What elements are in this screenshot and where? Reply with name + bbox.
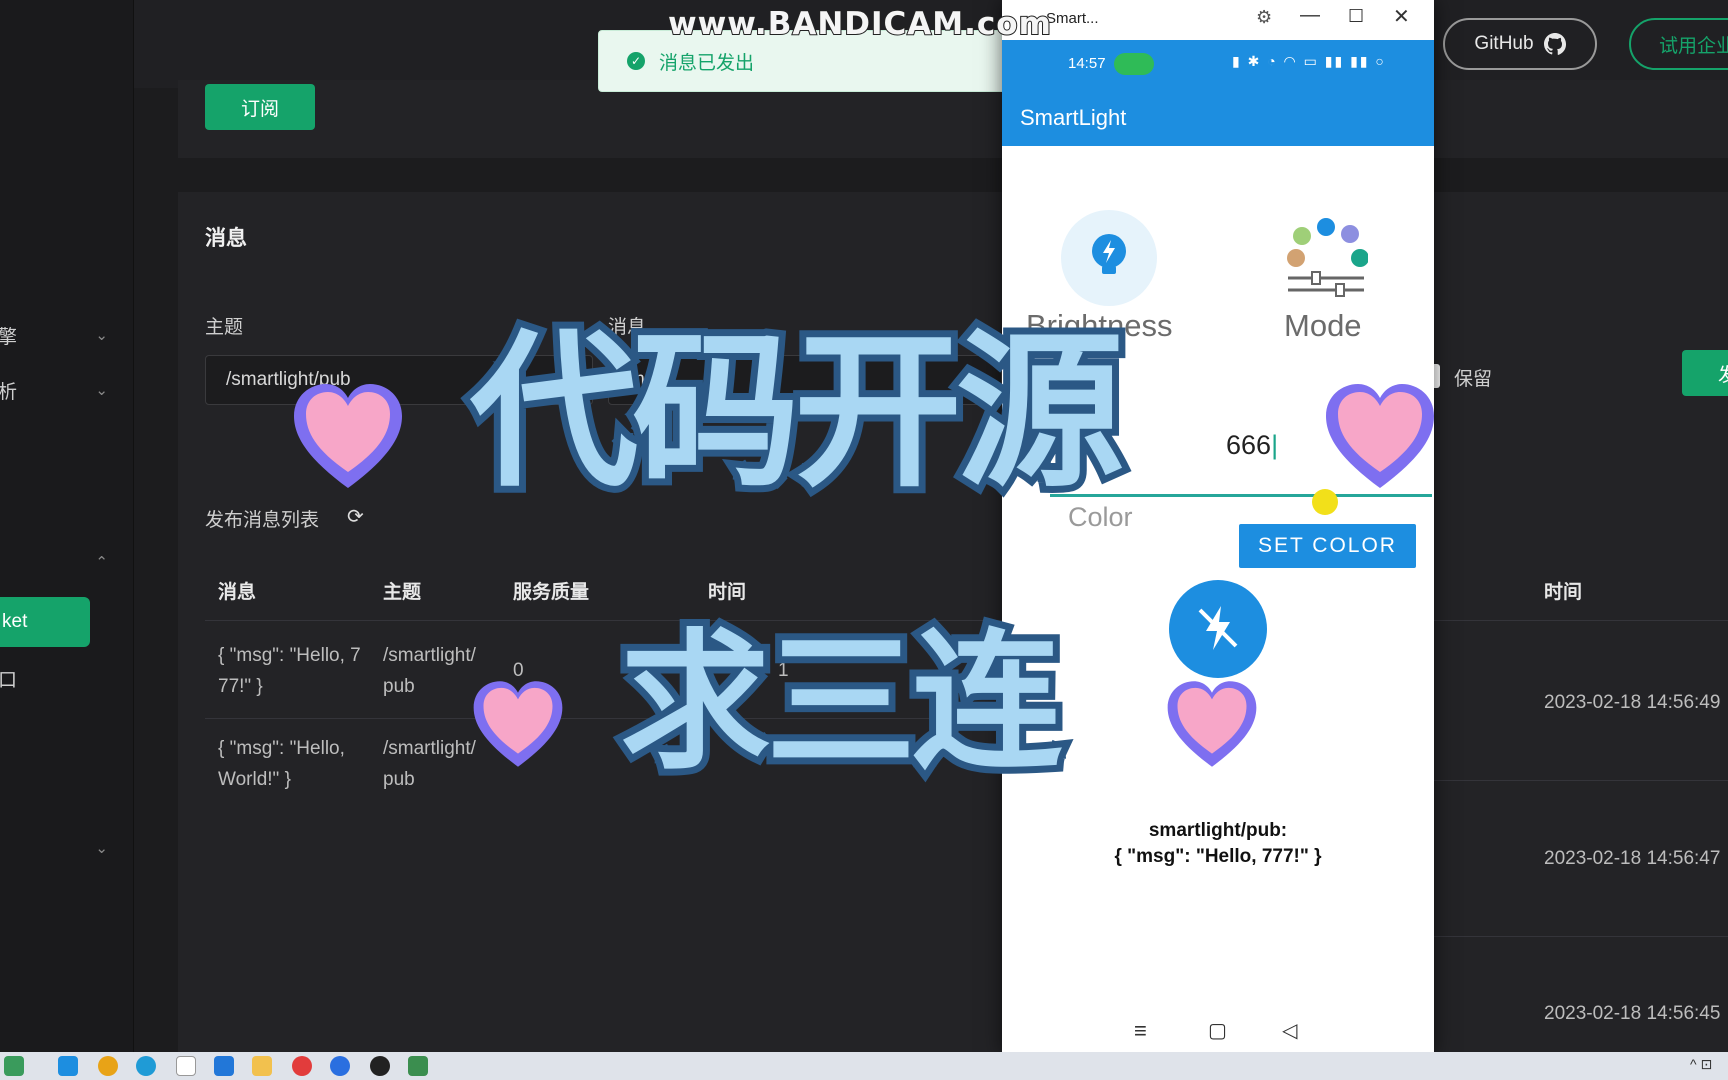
close-icon[interactable]: ✕ [1393,4,1410,29]
tray-icons[interactable]: ^ ⊡ [1690,1056,1712,1073]
received-message: { "msg": "Hello, 777!" } [1114,846,1322,867]
table-divider [1434,936,1728,937]
menu-nav-icon[interactable]: ≡ [1134,1018,1147,1044]
minimize-icon[interactable]: — [1300,4,1320,27]
phone-mirror-window: Smart... ⚙ — ☐ ✕ 14:57 ▮ ✱ ◔ ◠ ▭ ▮▮ ▮▮ ○… [1002,0,1434,1055]
mode-palette-icon[interactable] [1284,218,1368,298]
heart-icon [1326,384,1434,488]
mode-label: Mode [1284,308,1362,343]
received-topic: smartlight/pub: [1148,820,1288,841]
qq-icon[interactable] [58,1056,78,1076]
phone-status-bar: 14:57 ▮ ✱ ◔ ◠ ▭ ▮▮ ▮▮ ○ [1002,40,1434,90]
chrome-icon[interactable] [98,1056,118,1076]
overlay-caption-line2: 求三连 [613,616,1069,790]
sidebar-item-settings[interactable]: ⌄ [0,826,134,870]
signal-icons: ▮ ✱ ◔ ◠ ▭ ▮▮ ▮▮ ○ [1232,53,1386,69]
settings-icon[interactable]: ⚙ [1256,7,1272,28]
windows-taskbar: ^ ⊡ [0,1052,1728,1080]
heart-icon [1167,681,1257,767]
sidebar: 擎 ⌄ 析 ⌄ ⌃ ket 口 ⌄ [0,0,134,1052]
app-title: SmartLight [1020,105,1127,130]
topic-label: 主题 [205,317,244,338]
retain-label: 保留 [1454,369,1493,390]
netease-music-icon[interactable] [292,1056,312,1076]
trial-label: 试用企业 [1659,35,1728,57]
col-header-message: 消息 [218,582,257,603]
sidebar-item-label: ket [2,611,28,632]
back-nav-icon[interactable]: ◁ [1282,1018,1297,1043]
window-titlebar: Smart... ⚙ — ☐ ✕ [1002,0,1434,40]
maximize-icon[interactable]: ☐ [1348,6,1364,27]
github-icon [1543,33,1566,55]
receive-row-time: 2023-02-18 14:56:45 [1544,1003,1721,1024]
sidebar-item-label: 口 [0,669,18,691]
edge-icon[interactable] [136,1056,156,1076]
chevron-up-icon: ⌃ [95,554,108,571]
sidebar-item-analysis[interactable]: 析 ⌄ [0,368,134,412]
set-color-label: SET COLOR [1258,534,1397,557]
col-header-time: 时间 [708,582,747,603]
receive-row-time: 2023-02-18 14:56:47 [1544,848,1721,869]
sidebar-item-label: 擎 [0,326,18,348]
sidebar-item-label: 析 [0,381,18,403]
wechat-icon[interactable] [4,1056,24,1076]
window-title: Smart... [1046,10,1099,27]
subscribe-button[interactable]: 订阅 [205,84,315,130]
table-divider [1434,780,1728,781]
publish-label: 发 [1718,364,1728,386]
subscribe-label: 订阅 [240,98,279,120]
app-icon[interactable] [408,1056,428,1076]
home-nav-icon[interactable]: ▢ [1208,1018,1227,1043]
bandicam-watermark: www.BANDICAM.com [667,5,1052,43]
table-divider [1434,620,1728,621]
color-input[interactable]: 666| [1226,430,1278,461]
set-color-button[interactable]: SET COLOR [1239,524,1416,568]
chevron-down-icon: ⌄ [95,840,108,857]
receive-row-time: 2023-02-18 14:56:49 [1544,692,1721,713]
typora-icon[interactable] [176,1056,196,1076]
col-header-qos: 服务质量 [513,582,590,603]
publish-list-title: 发布消息列表 [205,510,320,531]
sidebar-item-rule-engine[interactable]: 擎 ⌄ [0,313,134,357]
chevron-down-icon: ⌄ [95,327,108,344]
flash-off-icon [1198,606,1238,650]
chevron-down-icon: ⌄ [95,382,108,399]
sidebar-item-interface[interactable]: 口 [0,656,134,700]
github-button[interactable]: GitHub [1443,18,1597,70]
app-bar: SmartLight [1002,90,1434,146]
trial-enterprise-button[interactable]: 试用企业 [1629,18,1728,70]
check-circle-icon: ✓ [627,52,645,70]
panel-title: 消息 [205,227,247,250]
receive-col-header-time: 时间 [1544,582,1583,603]
vscode-icon[interactable] [214,1056,234,1076]
overlay-caption-line1: 代码开源 [463,314,1131,510]
sidebar-item-websocket[interactable]: ket [0,597,90,647]
toast-text: 消息已发出 [659,52,755,74]
publish-button[interactable]: 发 [1682,350,1728,396]
color-input-value: 666 [1226,430,1272,460]
github-label: GitHub [1474,33,1534,54]
table-row-2-message: { "msg": "Hello, World!" } [218,738,345,790]
bandicam-record-icon[interactable] [370,1056,390,1076]
sidebar-item-tools[interactable]: ⌃ [0,540,134,584]
call-indicator-icon [1114,53,1154,75]
color-slider-thumb[interactable] [1312,489,1338,515]
heart-icon [473,681,563,767]
app-icon[interactable] [330,1056,350,1076]
bulb-icon [1092,234,1126,274]
heart-icon [294,384,402,488]
col-header-topic: 主题 [383,582,422,603]
table-row-1-message: { "msg": "Hello, 7 77!" } [218,645,361,697]
status-time: 14:57 [1068,55,1106,72]
folder-icon[interactable] [252,1056,272,1076]
refresh-icon[interactable]: ⟳ [347,504,364,529]
